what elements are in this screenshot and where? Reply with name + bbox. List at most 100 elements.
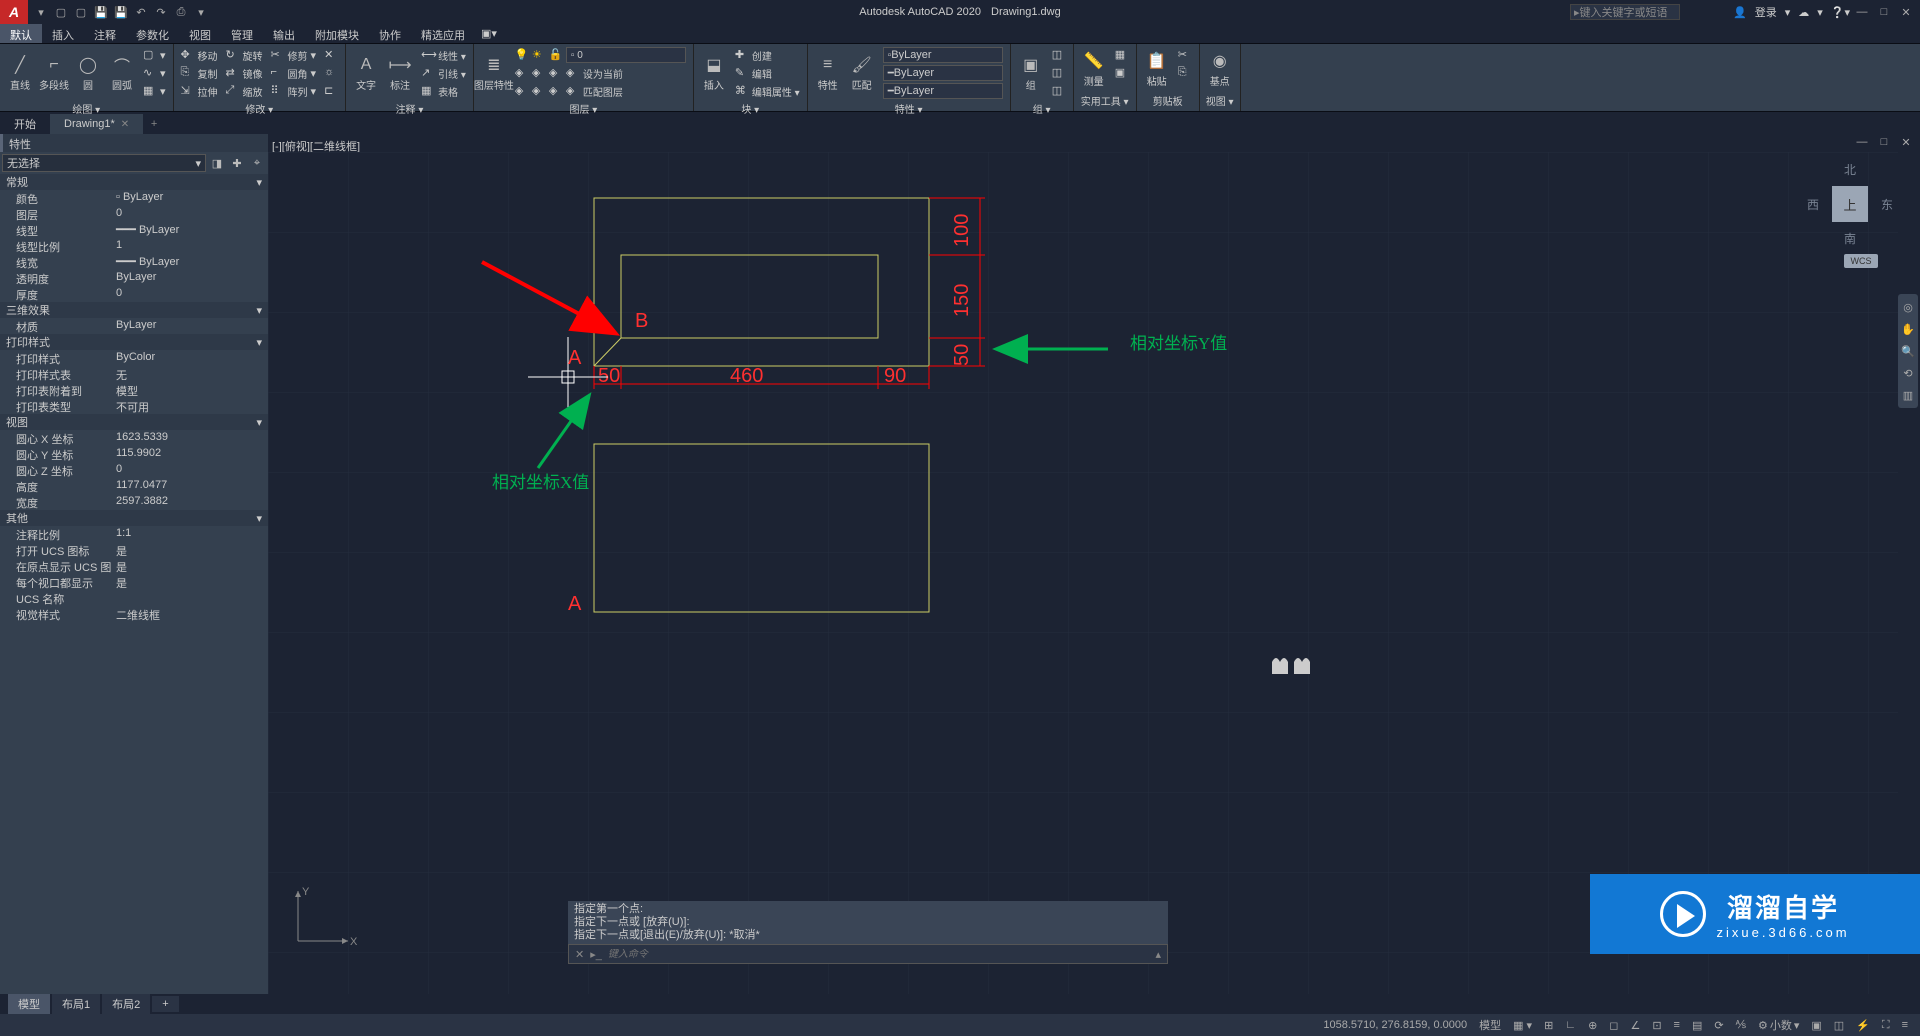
orbit-icon[interactable]: ⟲ [1899,364,1917,382]
search-input[interactable]: ▸ 键入关键字或短语 [1570,4,1680,20]
group-button[interactable]: ▣组 [1015,46,1047,100]
add-tab-button[interactable]: + [143,114,165,134]
panel-clip-label[interactable]: 剪贴板 [1141,92,1195,109]
row-plotattach[interactable]: 打印表附着到模型 [0,382,268,398]
vc-south[interactable]: 南 [1844,230,1856,247]
row-width[interactable]: 宽度2597.3882 [0,494,268,510]
util-tool-2[interactable]: ▣ [1112,64,1132,82]
panel-block-label[interactable]: 块 ▾ [698,100,803,117]
layerprops-button[interactable]: ≣图层特性 [478,46,510,100]
group-tool-2[interactable]: ◫ [1049,64,1069,82]
trim-button[interactable]: ✂修剪 ▾ [268,46,320,64]
start-tab[interactable]: 开始 [0,114,50,134]
vc-east[interactable]: 东 [1881,196,1893,213]
row-vstyle[interactable]: 视觉样式二维线框 [0,606,268,622]
selectobj-icon[interactable]: ⌖ [248,154,266,172]
coords-display[interactable]: 1058.5710, 276.8159, 0.0000 [1319,1019,1471,1031]
layer-tool-8-icon[interactable]: ◈ [566,84,580,98]
section-general[interactable]: 常规▾ [0,174,268,190]
login-button[interactable]: 登录 [1755,4,1777,20]
mod-misc-3[interactable]: ⊏ [321,82,341,100]
quickselect-icon[interactable]: ◨ [208,154,226,172]
close-tab-icon[interactable]: ✕ [121,119,129,130]
steering-wheel-icon[interactable]: ◎ [1899,298,1917,316]
copy-button[interactable]: ⎘复制 [178,64,221,82]
measure-button[interactable]: 📏测量 [1078,46,1110,92]
app-logo[interactable]: A [0,0,28,24]
ortho-toggle-icon[interactable]: ∟ [1561,1019,1580,1031]
layer-tool-5-icon[interactable]: ◈ [515,84,529,98]
group-tool-1[interactable]: ◫ [1049,46,1069,64]
row-transparency[interactable]: 透明度ByLayer [0,270,268,286]
draw-misc-3[interactable]: ▦▾ [140,82,169,100]
section-view[interactable]: 视图▾ [0,414,268,430]
otrack-toggle-icon[interactable]: ∠ [1626,1019,1644,1032]
new-icon[interactable]: ▢ [52,3,70,21]
panel-draw-label[interactable]: 绘图 ▾ [4,100,169,117]
tab-output[interactable]: 输出 [263,24,305,43]
row-plottable[interactable]: 打印样式表无 [0,366,268,382]
leader-button[interactable]: ↗引线 ▾ [418,64,469,82]
customize-icon[interactable]: ≡ [1898,1019,1912,1031]
tab-view[interactable]: 视图 [179,24,221,43]
polyline-button[interactable]: ⌐多段线 [38,46,70,100]
vc-north[interactable]: 北 [1844,161,1856,178]
edit-block-button[interactable]: ✎编辑 [732,64,803,82]
tab-addins[interactable]: 附加模块 [305,24,369,43]
tab-parametric[interactable]: 参数化 [126,24,179,43]
section-plot[interactable]: 打印样式▾ [0,334,268,350]
model-toggle[interactable]: 模型 [1475,1017,1505,1033]
panel-view-label[interactable]: 视图 ▾ [1204,92,1236,109]
section-misc[interactable]: 其他▾ [0,510,268,526]
open-icon[interactable]: ▢ [72,3,90,21]
cmd-close-icon[interactable]: ✕ [575,948,584,961]
redo-icon[interactable]: ↷ [152,3,170,21]
row-height[interactable]: 高度1177.0477 [0,478,268,494]
row-ucsname[interactable]: UCS 名称 [0,590,268,606]
units-display[interactable]: ⚙ 小数 ▾ [1754,1017,1803,1033]
line-button[interactable]: ╱直线 [4,46,36,100]
saveas-icon[interactable]: 💾 [112,3,130,21]
row-thickness[interactable]: 厚度0 [0,286,268,302]
panel-modify-label[interactable]: 修改 ▾ [178,100,342,117]
drawing-canvas[interactable]: 50 460 90 50 150 100 A B A [268,152,1898,994]
cmd-expand-icon[interactable]: ▴ [1155,948,1161,961]
panel-util-label[interactable]: 实用工具 ▾ [1078,92,1132,109]
set-current-button[interactable]: 设为当前 [583,66,623,81]
row-centerz[interactable]: 圆心 Z 坐标0 [0,462,268,478]
match-button[interactable]: 🖌匹配 [846,46,878,100]
doc-close-button[interactable]: ✕ [1896,134,1916,150]
panel-group-label[interactable]: 组 ▾ [1015,100,1069,117]
cycle-toggle-icon[interactable]: ⟳ [1710,1019,1727,1032]
login-drop-icon[interactable]: ▾ [1785,6,1791,19]
fillet-button[interactable]: ⌐圆角 ▾ [268,64,320,82]
tab-manage[interactable]: 管理 [221,24,263,43]
hwaccel-toggle-icon[interactable]: ⚡ [1852,1019,1874,1032]
circle-button[interactable]: ◯圆 [72,46,104,100]
edit-attr-button[interactable]: ⌘编辑属性 ▾ [732,82,803,100]
row-centery[interactable]: 圆心 Y 坐标115.9902 [0,446,268,462]
command-input[interactable]: ✕ ▸_ ▴ [568,944,1168,964]
row-linetype[interactable]: 线型━━━ ByLayer [0,222,268,238]
tab-expand-icon[interactable]: ▣▾ [475,24,503,43]
transparency-toggle-icon[interactable]: ▤ [1688,1019,1706,1032]
arc-button[interactable]: ⌒圆弧 [106,46,138,100]
vc-west[interactable]: 西 [1807,196,1819,213]
isolate-toggle-icon[interactable]: ◫ [1830,1019,1848,1032]
save-icon[interactable]: 💾 [92,3,110,21]
match-layer-button[interactable]: 匹配图层 [583,84,623,99]
layer-state-row[interactable]: 💡☀🔓▫ 0 [512,46,689,64]
layer-tool-4-icon[interactable]: ◈ [566,66,580,80]
print-icon[interactable]: ⎙ [172,3,190,21]
row-plotstyle[interactable]: 打印样式ByColor [0,350,268,366]
dim-button[interactable]: ⟼标注 [384,46,416,100]
tab-annotate[interactable]: 注释 [84,24,126,43]
dyn-toggle-icon[interactable]: ⊡ [1648,1019,1665,1032]
pickadd-icon[interactable]: ✚ [228,154,246,172]
scale-button[interactable]: ⤢缩放 [223,82,266,100]
maximize-button[interactable]: □ [1874,4,1894,20]
zoom-extents-icon[interactable]: 🔍 [1899,342,1917,360]
rotate-button[interactable]: ↻旋转 [223,46,266,64]
basepoint-button[interactable]: ◉基点 [1204,46,1236,92]
mod-misc-1[interactable]: ✕ [321,46,341,64]
